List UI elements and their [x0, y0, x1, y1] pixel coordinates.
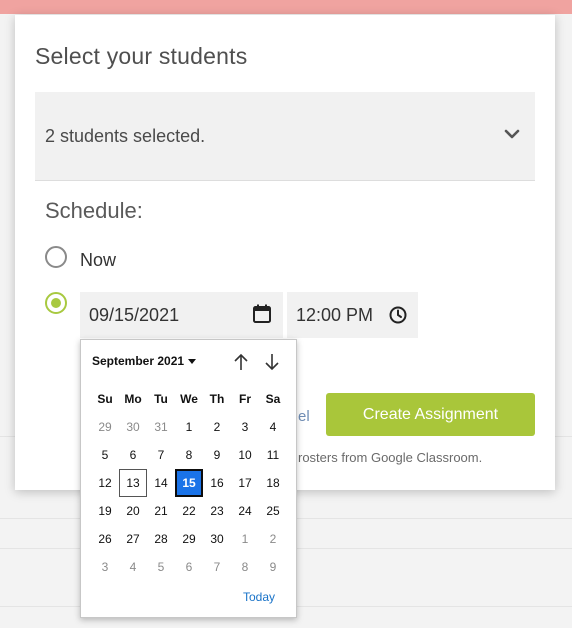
students-dropdown-value: 2 students selected. — [45, 126, 206, 146]
weekday-header: Su — [97, 392, 113, 406]
calendar-day[interactable]: 30 — [203, 525, 231, 553]
schedule-now-label[interactable]: Now — [80, 250, 116, 271]
calendar-day[interactable]: 5 — [147, 553, 175, 581]
calendar-day[interactable]: 29 — [91, 413, 119, 441]
calendar-day[interactable]: 7 — [147, 441, 175, 469]
schedule-date-value: 09/15/2021 — [89, 305, 180, 325]
calendar-day[interactable]: 26 — [91, 525, 119, 553]
schedule-date-input[interactable]: 09/15/2021 — [80, 292, 283, 338]
calendar-day[interactable]: 24 — [231, 497, 259, 525]
calendar-day[interactable]: 28 — [147, 525, 175, 553]
clock-icon[interactable] — [388, 305, 408, 325]
calendar-day[interactable]: 2 — [259, 525, 287, 553]
calendar-day[interactable]: 20 — [119, 497, 147, 525]
weekday-header: Sa — [265, 392, 281, 406]
calendar-day[interactable]: 3 — [91, 553, 119, 581]
create-assignment-button[interactable]: Create Assignment — [326, 393, 535, 436]
calendar-day[interactable]: 6 — [175, 553, 203, 581]
calendar-day[interactable]: 25 — [259, 497, 287, 525]
calendar-day[interactable]: 27 — [119, 525, 147, 553]
chevron-down-icon — [504, 129, 520, 139]
calendar-icon[interactable] — [251, 303, 273, 325]
calendar-day[interactable]: 30 — [119, 413, 147, 441]
calendar-day[interactable]: 1 — [175, 413, 203, 441]
calendar-day[interactable]: 9 — [203, 441, 231, 469]
calendar-day[interactable]: 1 — [231, 525, 259, 553]
modal-title: Select your students — [35, 43, 248, 69]
schedule-time-value: 12:00 PM — [296, 305, 374, 325]
calendar-day[interactable]: 12 — [91, 469, 119, 497]
datepicker-month-label: September 2021 — [92, 354, 185, 368]
cancel-link[interactable]: el — [298, 408, 310, 425]
schedule-label: Schedule: — [45, 198, 143, 223]
datepicker-grid: Su Mo Tu We Th Fr Sa 29 30 31 1 2 3 4 5 6 7 8 9 10 11 12 13 14 1… — [91, 385, 287, 581]
schedule-time-input[interactable]: 12:00 PM — [287, 292, 418, 338]
calendar-day[interactable]: 3 — [231, 413, 259, 441]
calendar-day-selected[interactable]: 15 — [175, 469, 203, 497]
calendar-day[interactable]: 16 — [203, 469, 231, 497]
weekday-header: Fr — [239, 392, 251, 406]
roster-note: rosters from Google Classroom. — [298, 450, 483, 465]
weekday-header: Mo — [124, 392, 142, 406]
calendar-day[interactable]: 23 — [203, 497, 231, 525]
datepicker-month-select[interactable]: September 2021 — [92, 354, 197, 368]
calendar-day-today[interactable]: 13 — [119, 469, 147, 497]
calendar-day[interactable]: 21 — [147, 497, 175, 525]
arrow-up-icon[interactable] — [232, 352, 250, 372]
calendar-day[interactable]: 11 — [259, 441, 287, 469]
calendar-day[interactable]: 10 — [231, 441, 259, 469]
calendar-day[interactable]: 2 — [203, 413, 231, 441]
calendar-day[interactable]: 9 — [259, 553, 287, 581]
calendar-day[interactable]: 19 — [91, 497, 119, 525]
datepicker-today-button[interactable]: Today — [243, 590, 275, 604]
schedule-later-radio[interactable] — [45, 292, 67, 314]
weekday-header: We — [180, 392, 198, 406]
calendar-day[interactable]: 22 — [175, 497, 203, 525]
calendar-day[interactable]: 5 — [91, 441, 119, 469]
schedule-now-radio[interactable] — [45, 246, 67, 268]
weekday-header: Th — [209, 392, 225, 406]
calendar-day[interactable]: 31 — [147, 413, 175, 441]
students-dropdown[interactable]: 2 students selected. — [35, 92, 535, 181]
caret-down-icon — [188, 359, 197, 365]
calendar-day[interactable]: 4 — [259, 413, 287, 441]
calendar-day[interactable]: 7 — [203, 553, 231, 581]
calendar-day[interactable]: 8 — [175, 441, 203, 469]
calendar-day[interactable]: 14 — [147, 469, 175, 497]
calendar-day[interactable]: 6 — [119, 441, 147, 469]
calendar-day[interactable]: 18 — [259, 469, 287, 497]
calendar-day[interactable]: 17 — [231, 469, 259, 497]
calendar-day[interactable]: 29 — [175, 525, 203, 553]
weekday-header: Tu — [154, 392, 168, 406]
calendar-day[interactable]: 4 — [119, 553, 147, 581]
calendar-day[interactable]: 8 — [231, 553, 259, 581]
arrow-down-icon[interactable] — [263, 352, 281, 372]
background-top-bar — [0, 0, 572, 14]
datepicker-popup: September 2021 Su Mo Tu We Th Fr Sa 29 30 31 1 2 3 4 5… — [80, 339, 297, 618]
